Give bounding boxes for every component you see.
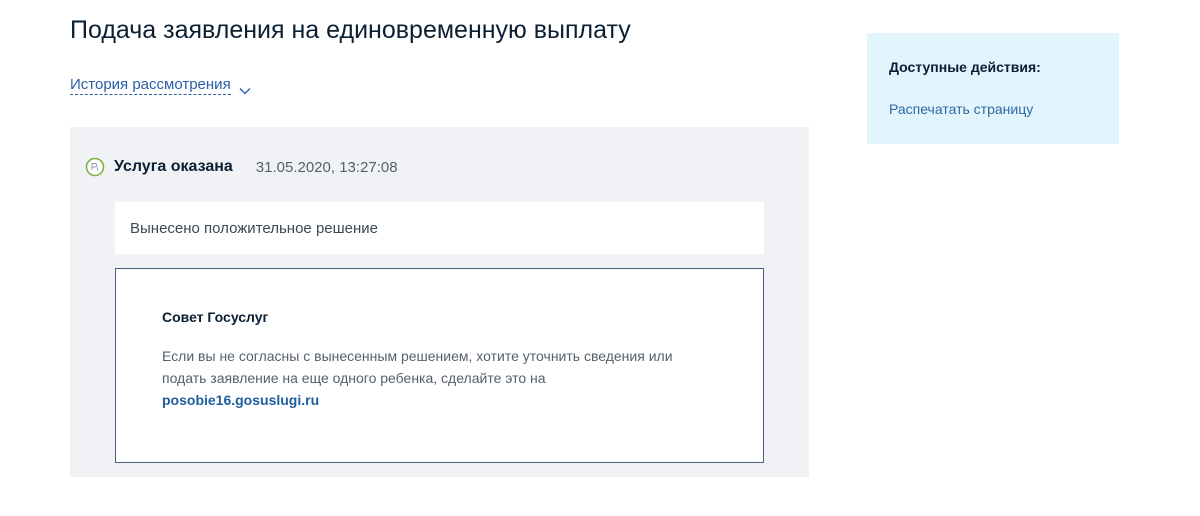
- posobie-link[interactable]: posobie16.gosuslugi.ru: [162, 389, 722, 411]
- advice-title: Совет Госуслуг: [162, 309, 269, 325]
- page-title: Подача заявления на единовременную выпла…: [70, 16, 631, 44]
- status-timestamp: 31.05.2020, 13:27:08: [255, 158, 398, 176]
- advice-text-line-2: подать заявление на еще одного ребенка, …: [162, 370, 546, 386]
- history-panel: Услуга оказана 31.05.2020, 13:27:08 Выне…: [70, 127, 809, 477]
- status-label: Услуга оказана: [114, 158, 233, 175]
- print-page-link[interactable]: Распечатать страницу: [889, 101, 1033, 117]
- status-row: Услуга оказана 31.05.2020, 13:27:08: [85, 157, 398, 177]
- actions-title: Доступные действия:: [889, 59, 1041, 75]
- advice-body: Если вы не согласны с вынесенным решение…: [162, 345, 722, 411]
- history-toggle[interactable]: История рассмотрения: [70, 76, 251, 95]
- decision-text: Вынесено положительное решение: [130, 219, 379, 237]
- page: Подача заявления на единовременную выпла…: [0, 0, 1200, 516]
- history-toggle-label[interactable]: История рассмотрения: [70, 76, 231, 95]
- status-check-icon: [85, 157, 105, 177]
- decision-box: Вынесено положительное решение: [115, 202, 764, 254]
- chevron-down-icon[interactable]: [239, 82, 251, 94]
- actions-panel: Доступные действия: Распечатать страницу: [867, 33, 1119, 144]
- advice-text-line-1: Если вы не согласны с вынесенным решение…: [162, 348, 673, 364]
- advice-box: Совет Госуслуг Если вы не согласны с вын…: [115, 268, 764, 463]
